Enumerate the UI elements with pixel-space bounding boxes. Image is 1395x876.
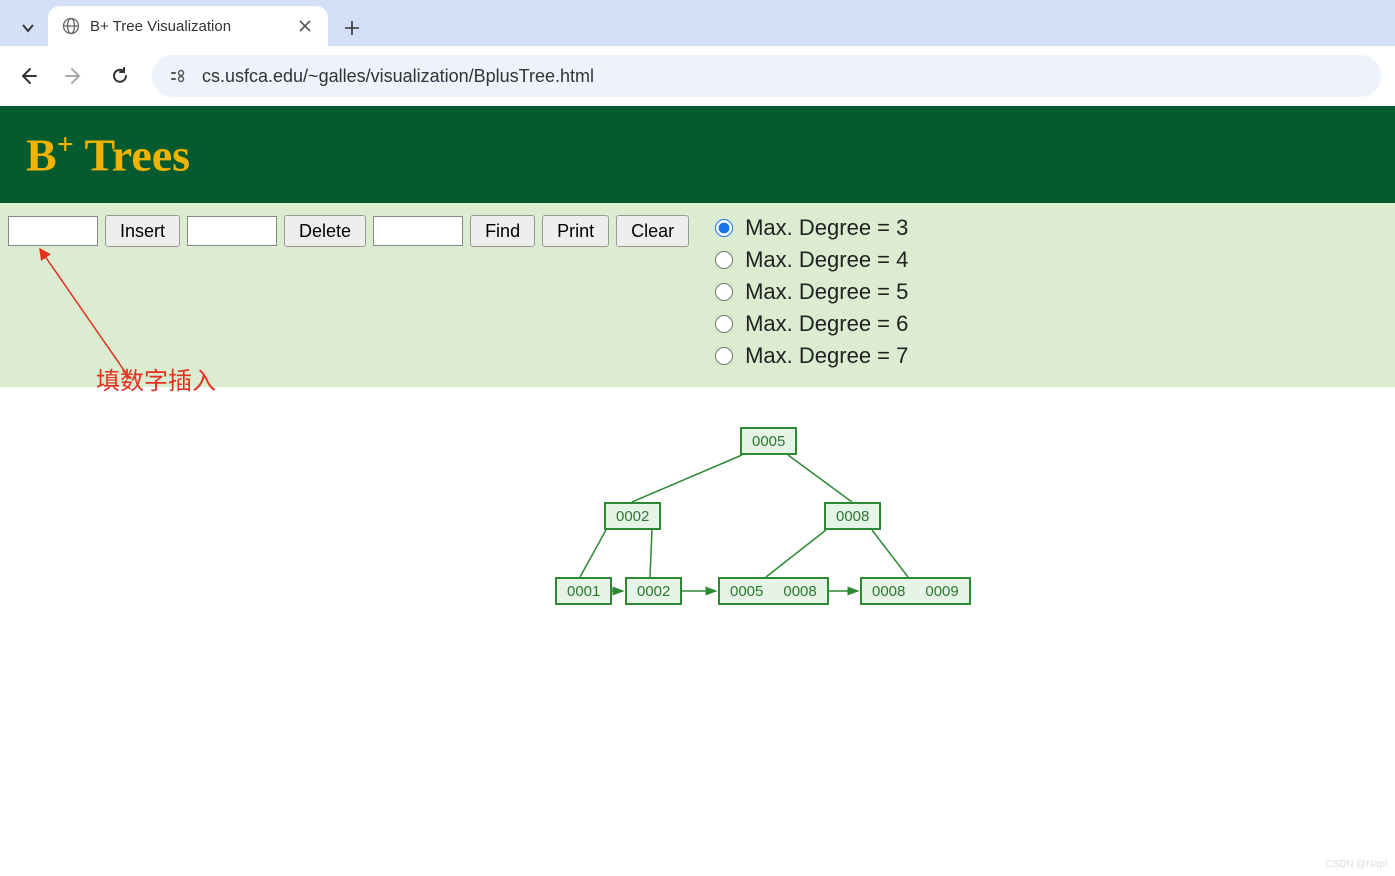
tree-internal-node: 0002 xyxy=(604,502,661,530)
tab-bar: B+ Tree Visualization xyxy=(0,0,1395,46)
degree-radio-7[interactable] xyxy=(715,347,733,365)
arrow-right-icon xyxy=(64,66,84,86)
tab-close-button[interactable] xyxy=(296,17,314,35)
find-input[interactable] xyxy=(373,216,463,246)
delete-input[interactable] xyxy=(187,216,277,246)
chevron-down-icon xyxy=(21,21,35,35)
tree-leaf-node: 0002 xyxy=(625,577,682,605)
arrow-left-icon xyxy=(18,66,38,86)
controls-left: Insert Delete Find Print Clear xyxy=(8,215,689,247)
clear-button[interactable]: Clear xyxy=(616,215,689,247)
tree-root-node: 0005 xyxy=(740,427,797,455)
annotation-arrow xyxy=(10,239,210,399)
plus-icon xyxy=(344,20,360,36)
site-settings-icon[interactable] xyxy=(168,66,188,86)
degree-label: Max. Degree = 6 xyxy=(745,311,908,337)
node-key: 0001 xyxy=(567,583,600,600)
insert-button[interactable]: Insert xyxy=(105,215,180,247)
tree-internal-node: 0008 xyxy=(824,502,881,530)
reload-button[interactable] xyxy=(106,62,134,90)
degree-label: Max. Degree = 3 xyxy=(745,215,908,241)
degree-radio-4[interactable] xyxy=(715,251,733,269)
new-tab-button[interactable] xyxy=(334,10,370,46)
tab-search-dropdown[interactable] xyxy=(8,10,48,46)
node-key: 0005 xyxy=(752,433,785,450)
node-key: 0002 xyxy=(616,508,649,525)
close-icon xyxy=(299,20,311,32)
tree-edges xyxy=(0,427,1000,677)
find-button[interactable]: Find xyxy=(470,215,535,247)
node-key: 0005 xyxy=(730,583,763,600)
node-key: 0002 xyxy=(637,583,670,600)
nav-bar: cs.usfca.edu/~galles/visualization/Bplus… xyxy=(0,46,1395,106)
forward-button[interactable] xyxy=(60,62,88,90)
degree-label: Max. Degree = 5 xyxy=(745,279,908,305)
node-key: 0008 xyxy=(836,508,869,525)
node-key: 0009 xyxy=(925,583,958,600)
tree-leaf-node: 0001 xyxy=(555,577,612,605)
tree-leaf-node: 0005 0008 xyxy=(718,577,829,605)
tree-visualization: 0005 0002 0008 0001 0002 0005 0008 0008 … xyxy=(0,427,1395,677)
browser-tab-active[interactable]: B+ Tree Visualization xyxy=(48,6,328,46)
degree-label: Max. Degree = 7 xyxy=(745,343,908,369)
degree-option-3[interactable]: Max. Degree = 3 xyxy=(715,215,908,241)
node-key: 0008 xyxy=(872,583,905,600)
page-header: B+ Trees xyxy=(0,106,1395,203)
node-key: 0008 xyxy=(783,583,816,600)
degree-option-5[interactable]: Max. Degree = 5 xyxy=(715,279,908,305)
degree-radio-6[interactable] xyxy=(715,315,733,333)
tree-leaf-node: 0008 0009 xyxy=(860,577,971,605)
degree-option-4[interactable]: Max. Degree = 4 xyxy=(715,247,908,273)
url-text: cs.usfca.edu/~galles/visualization/Bplus… xyxy=(202,66,594,87)
controls-panel: Insert Delete Find Print Clear Max. Degr… xyxy=(0,203,1395,387)
degree-radio-5[interactable] xyxy=(715,283,733,301)
globe-icon xyxy=(62,17,80,35)
degree-label: Max. Degree = 4 xyxy=(745,247,908,273)
annotation-text: 填数字插入 xyxy=(96,361,216,396)
degree-option-7[interactable]: Max. Degree = 7 xyxy=(715,343,908,369)
back-button[interactable] xyxy=(14,62,42,90)
insert-input[interactable] xyxy=(8,216,98,246)
browser-chrome: B+ Tree Visualization cs.usfca.edu/~gall… xyxy=(0,0,1395,106)
degree-radio-3[interactable] xyxy=(715,219,733,237)
watermark: CSDN @Napl xyxy=(1325,859,1387,870)
print-button[interactable]: Print xyxy=(542,215,609,247)
degree-radio-group: Max. Degree = 3 Max. Degree = 4 Max. Deg… xyxy=(715,215,908,369)
delete-button[interactable]: Delete xyxy=(284,215,366,247)
address-bar[interactable]: cs.usfca.edu/~galles/visualization/Bplus… xyxy=(152,55,1381,97)
degree-option-6[interactable]: Max. Degree = 6 xyxy=(715,311,908,337)
tab-title: B+ Tree Visualization xyxy=(90,18,286,35)
reload-icon xyxy=(110,66,130,86)
page-title: B+ Trees xyxy=(26,128,1369,181)
